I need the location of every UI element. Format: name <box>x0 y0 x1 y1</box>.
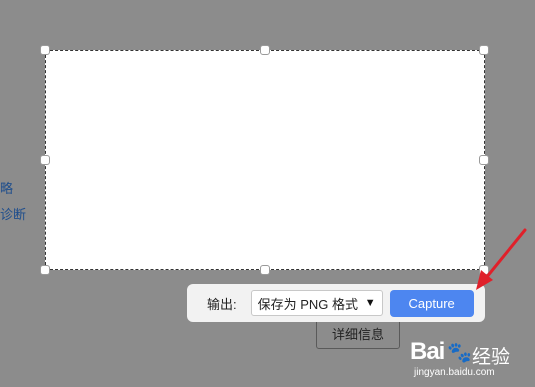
paw-icon: 🐾 <box>447 342 472 364</box>
watermark: Bai 🐾 经验 jingyan.baidu.com <box>410 338 535 384</box>
watermark-text: 经验 <box>472 347 511 368</box>
watermark-logo: Bai <box>410 338 445 365</box>
watermark-url: jingyan.baidu.com <box>414 367 495 378</box>
annotation-arrow <box>476 228 527 290</box>
